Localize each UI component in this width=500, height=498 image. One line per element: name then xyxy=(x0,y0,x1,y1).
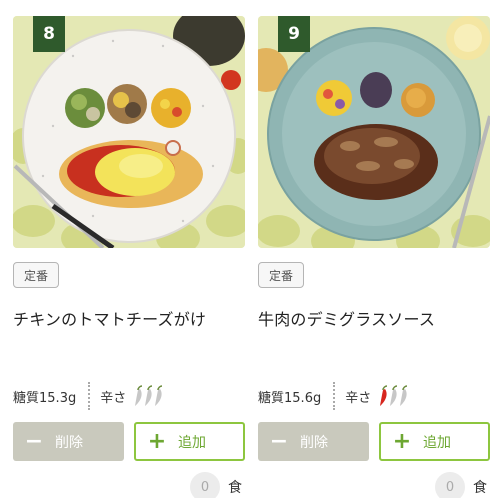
meal-meta: 糖質 15.3g 辛さ xyxy=(13,382,245,410)
meal-meta: 糖質 15.6g 辛さ xyxy=(258,382,490,410)
count-unit: 食 xyxy=(228,480,242,496)
add-button[interactable]: + 追加 xyxy=(379,422,490,461)
meal-card: 8 定番 チキンのトマトチーズがけ 糖質 15.3g 辛さ − 削除 + 追加 … xyxy=(13,16,245,498)
meta-divider xyxy=(88,382,91,410)
chili-pepper-icon xyxy=(400,385,408,406)
meal-count: 0 食 xyxy=(435,472,487,498)
meal-tag: 定番 xyxy=(258,262,305,288)
remove-label: 削除 xyxy=(300,434,328,451)
chili-pepper-icon xyxy=(155,385,163,406)
meal-number-badge: 9 xyxy=(278,16,310,52)
meal-photo[interactable]: 9 xyxy=(258,16,490,248)
carb-label: 糖質 xyxy=(258,390,285,406)
meal-photo[interactable]: 8 xyxy=(13,16,245,248)
meal-tag: 定番 xyxy=(13,262,60,288)
remove-label: 削除 xyxy=(55,434,83,451)
remove-button[interactable]: − 削除 xyxy=(258,422,369,461)
meal-card: 9 定番 牛肉のデミグラスソース 糖質 15.6g 辛さ − 削除 + 追加 0… xyxy=(258,16,490,498)
spice-label: 辛さ xyxy=(100,390,127,406)
meal-grid: 8 定番 チキンのトマトチーズがけ 糖質 15.3g 辛さ − 削除 + 追加 … xyxy=(0,0,500,498)
plus-icon: + xyxy=(392,428,412,454)
add-button[interactable]: + 追加 xyxy=(134,422,245,461)
carb-info: 糖質 15.3g xyxy=(13,387,76,406)
spice-label: 辛さ xyxy=(345,390,372,406)
minus-icon: − xyxy=(24,428,44,454)
spice-rating xyxy=(132,385,163,407)
meal-name[interactable]: 牛肉のデミグラスソース xyxy=(258,306,498,330)
meal-name[interactable]: チキンのトマトチーズがけ xyxy=(13,306,253,330)
carb-value: 15.3g xyxy=(39,390,77,406)
carb-info: 糖質 15.6g xyxy=(258,387,321,406)
minus-icon: − xyxy=(269,428,289,454)
count-unit: 食 xyxy=(473,480,487,496)
remove-button[interactable]: − 削除 xyxy=(13,422,124,461)
spice-rating xyxy=(377,385,408,407)
count-value: 0 xyxy=(190,472,220,498)
meal-number-badge: 8 xyxy=(33,16,65,52)
spice-info: 辛さ xyxy=(345,385,408,407)
spice-info: 辛さ xyxy=(100,385,163,407)
add-label: 追加 xyxy=(178,434,206,451)
meta-divider xyxy=(333,382,336,410)
add-label: 追加 xyxy=(423,434,451,451)
count-value: 0 xyxy=(435,472,465,498)
carb-label: 糖質 xyxy=(13,390,40,406)
meal-count: 0 食 xyxy=(190,472,242,498)
carb-value: 15.6g xyxy=(284,390,322,406)
plus-icon: + xyxy=(147,428,167,454)
